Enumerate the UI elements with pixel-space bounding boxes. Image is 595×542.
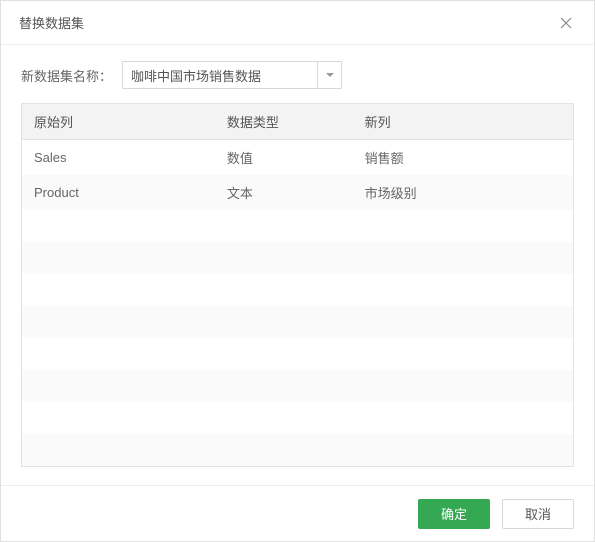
dialog-footer: 确定 取消 [1, 485, 594, 541]
table-row-empty [22, 242, 573, 274]
dialog-title: 替换数据集 [19, 13, 84, 32]
column-mapping-table: 原始列 数据类型 新列 Sales数值销售额Product文本市场级别 [22, 104, 573, 466]
dialog-body: 新数据集名称： 咖啡中国市场销售数据 原始列 数据类型 新列 Sales数值销售… [1, 45, 594, 485]
chevron-down-icon [326, 73, 334, 78]
dropdown-arrow [317, 62, 341, 88]
table-row-empty [22, 210, 573, 242]
table-row-empty [22, 370, 573, 402]
cell-newcol: 市场级别 [353, 175, 573, 210]
cell-original: Product [22, 175, 215, 210]
header-newcol: 新列 [353, 104, 573, 140]
table-row-empty [22, 402, 573, 434]
close-button[interactable] [556, 13, 576, 33]
column-mapping-table-wrap: 原始列 数据类型 新列 Sales数值销售额Product文本市场级别 [21, 103, 574, 467]
cancel-button[interactable]: 取消 [502, 499, 574, 529]
cell-datatype: 文本 [215, 175, 353, 210]
dataset-select-value: 咖啡中国市场销售数据 [131, 66, 261, 85]
table-row[interactable]: Product文本市场级别 [22, 175, 573, 210]
header-original: 原始列 [22, 104, 215, 140]
table-header-row: 原始列 数据类型 新列 [22, 104, 573, 140]
table-row-empty [22, 274, 573, 306]
table-row-empty [22, 434, 573, 466]
table-row-empty [22, 306, 573, 338]
cell-datatype: 数值 [215, 140, 353, 176]
close-icon [560, 17, 572, 29]
cell-original: Sales [22, 140, 215, 176]
dataset-name-row: 新数据集名称： 咖啡中国市场销售数据 [21, 61, 574, 89]
replace-dataset-dialog: 替换数据集 新数据集名称： 咖啡中国市场销售数据 原始列 数据类型 新列 [0, 0, 595, 542]
dataset-select[interactable]: 咖啡中国市场销售数据 [122, 61, 342, 89]
table-row[interactable]: Sales数值销售额 [22, 140, 573, 176]
table-row-empty [22, 338, 573, 370]
header-datatype: 数据类型 [215, 104, 353, 140]
dialog-header: 替换数据集 [1, 1, 594, 45]
cell-newcol: 销售额 [353, 140, 573, 176]
dataset-name-label: 新数据集名称： [21, 66, 112, 85]
ok-button[interactable]: 确定 [418, 499, 490, 529]
